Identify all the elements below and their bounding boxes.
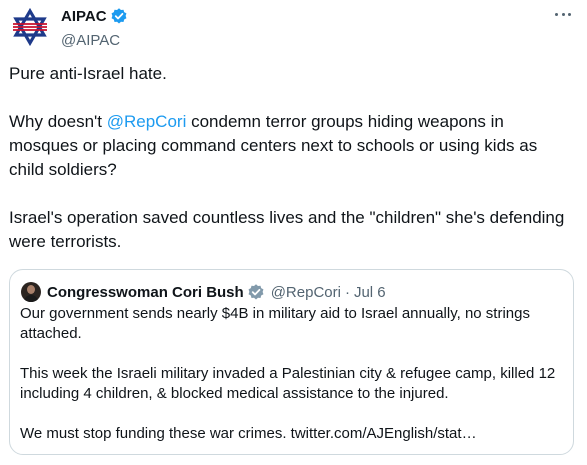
tweet-line-1: Pure anti-Israel hate. xyxy=(9,64,167,83)
quoted-tweet[interactable]: Congresswoman Cori Bush @RepCori · Jul 6… xyxy=(9,269,574,455)
aipac-star-logo-icon[interactable] xyxy=(10,7,50,47)
quoted-paragraph-1: Our government sends nearly $4B in milit… xyxy=(20,305,530,342)
quoted-author-avatar[interactable] xyxy=(21,282,41,302)
quoted-verified-badge-icon xyxy=(247,283,265,301)
quoted-author-name[interactable]: Congresswoman Cori Bush xyxy=(47,284,244,301)
quoted-paragraph-2: This week the Israeli military invaded a… xyxy=(20,365,556,402)
quoted-author-handle[interactable]: @RepCori xyxy=(271,284,341,301)
tweet-paragraph-2: Why doesn't @RepCori condemn terror grou… xyxy=(9,110,574,182)
mention-link[interactable]: @RepCori xyxy=(107,112,187,131)
tweet[interactable]: AIPAC @AIPAC Pure anti-Israel hate. Why … xyxy=(0,0,587,465)
quoted-tweet-text: Our government sends nearly $4B in milit… xyxy=(20,304,565,444)
quoted-tweet-date[interactable]: Jul 6 xyxy=(354,284,386,301)
quoted-paragraph-3: We must stop funding these war crimes. t… xyxy=(20,425,477,442)
tweet-text: Pure anti-Israel hate. Why doesn't @RepC… xyxy=(9,62,574,254)
author-name[interactable]: AIPAC xyxy=(61,8,107,25)
tweet-header: AIPAC @AIPAC xyxy=(61,6,128,49)
author-handle[interactable]: @AIPAC xyxy=(61,32,128,49)
quoted-tweet-header: Congresswoman Cori Bush @RepCori · Jul 6 xyxy=(21,281,386,303)
verified-badge-icon[interactable] xyxy=(110,7,128,25)
tweet-paragraph-3: Israel's operation saved countless lives… xyxy=(9,208,565,251)
more-options-icon[interactable] xyxy=(552,6,574,22)
meta-separator: · xyxy=(344,283,350,301)
tweet-paragraph-2-prefix: Why doesn't xyxy=(9,112,107,131)
